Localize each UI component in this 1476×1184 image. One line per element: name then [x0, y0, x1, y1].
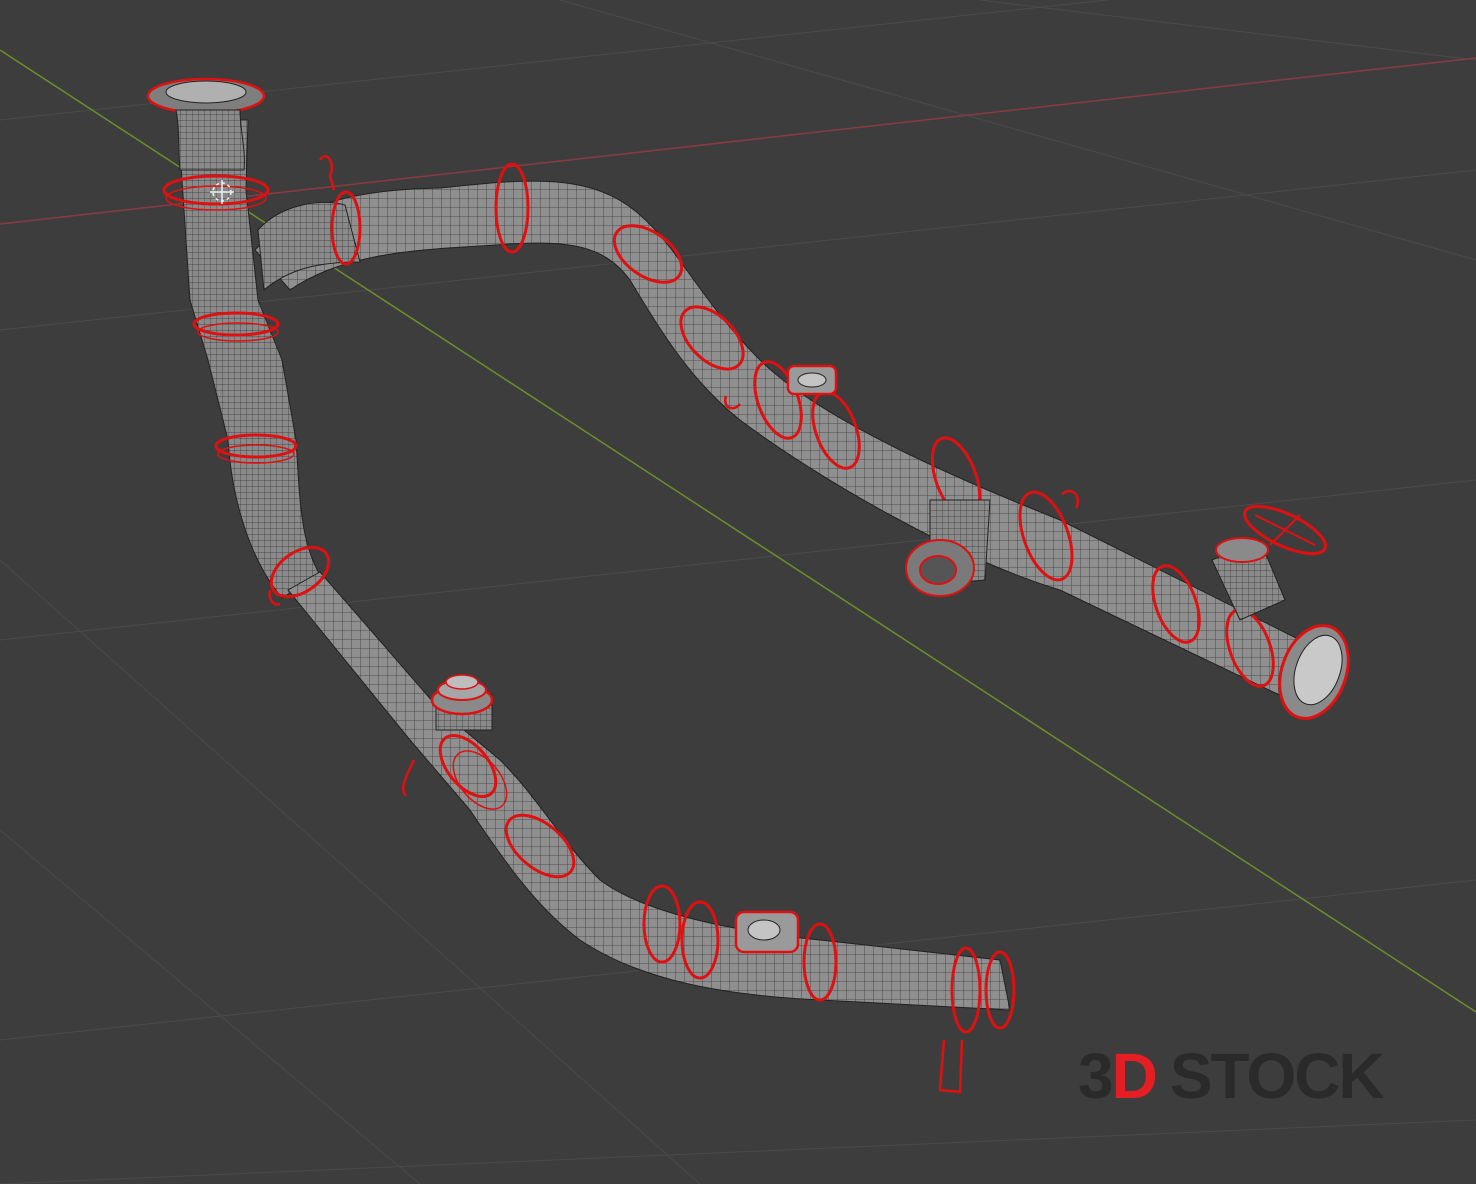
watermark-stock: STOCK: [1169, 1040, 1385, 1112]
lower-inspection-port[interactable]: [734, 910, 800, 954]
upper-inspection-port[interactable]: [786, 364, 838, 396]
valve-handwheel[interactable]: [1211, 497, 1332, 621]
3d-viewport[interactable]: 3 D STOCK: [0, 0, 1476, 1184]
viewport-canvas[interactable]: [0, 0, 1476, 1184]
watermark-d: D: [1111, 1040, 1158, 1112]
lower-valve-cap[interactable]: [430, 674, 494, 731]
vertical-pipe-body[interactable]: [177, 119, 321, 599]
pipe-model[interactable]: [146, 77, 1360, 1094]
upper-pipe-body[interactable]: [254, 180, 1301, 701]
watermark-3: 3: [1078, 1040, 1114, 1112]
watermark-logo: 3 D STOCK: [1078, 1036, 1385, 1116]
